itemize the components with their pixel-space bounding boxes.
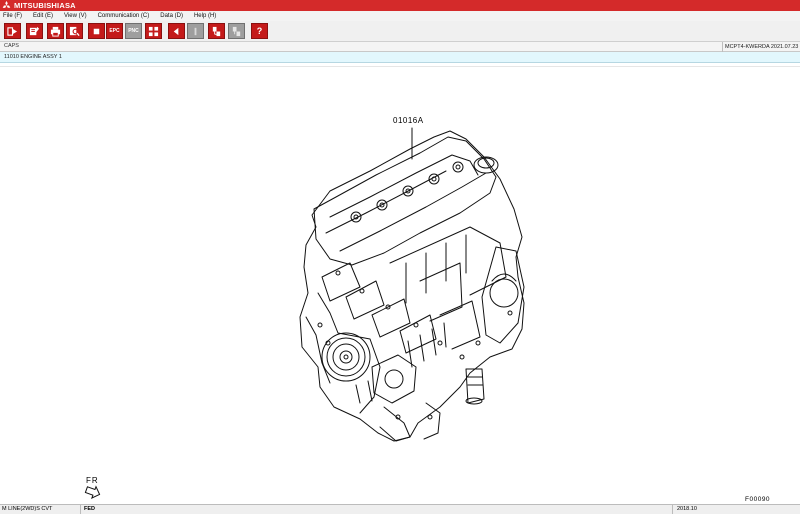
pnc-icon: PNC [128, 28, 139, 34]
search-icon [69, 26, 80, 36]
front-orientation-label: FR [86, 476, 99, 485]
menu-data[interactable]: Data (D) [160, 13, 183, 19]
pnc-button[interactable]: PNC [125, 23, 142, 39]
stop-button[interactable] [88, 23, 105, 39]
menu-help[interactable]: Help (H) [194, 13, 216, 19]
toolbar: EPC PNC ? [0, 21, 800, 42]
breadcrumb[interactable]: CAPS [4, 43, 19, 49]
menu-edit[interactable]: Edit (E) [33, 13, 53, 19]
status-region: FED [84, 506, 95, 512]
status-model: M LINE(2WD)S CVT [2, 506, 53, 512]
help-icon: ? [256, 26, 263, 36]
back-arrow-icon [173, 27, 179, 35]
settings-icon [232, 26, 241, 36]
group-title-bar: 11010 ENGINE ASSY 1 [0, 52, 800, 63]
blank-icon [194, 27, 197, 35]
settings-button[interactable] [228, 23, 245, 39]
edit-list-button[interactable] [26, 23, 43, 39]
exit-button[interactable] [4, 23, 21, 39]
print-icon [50, 26, 61, 37]
status-separator [80, 505, 81, 514]
bookmark-button[interactable] [208, 23, 225, 39]
help-button[interactable]: ? [251, 23, 268, 39]
title-bar: MITSUBISHIASA [0, 0, 800, 11]
status-separator [672, 505, 673, 514]
print-button[interactable] [47, 23, 64, 39]
blank-button[interactable] [187, 23, 204, 39]
window-title: MITSUBISHIASA [14, 1, 76, 10]
back-button[interactable] [168, 23, 185, 39]
menu-communication[interactable]: Communication (C) [98, 13, 150, 19]
status-bar: M LINE(2WD)S CVT FED 2018.10 [0, 504, 800, 514]
status-date: 2018.10 [677, 506, 697, 512]
exit-icon [7, 26, 18, 36]
search-button[interactable] [66, 23, 83, 39]
menu-file[interactable]: File (F) [3, 13, 22, 19]
bookmark-icon [212, 26, 221, 36]
illustration-canvas[interactable]: 01016A FR F00090 [0, 66, 800, 504]
group-title: 11010 ENGINE ASSY 1 [4, 54, 62, 60]
part-callout-label[interactable]: 01016A [393, 116, 424, 125]
menu-view[interactable]: View (V) [64, 13, 87, 19]
edit-list-icon [29, 26, 40, 35]
epc-icon: EPC [109, 28, 120, 34]
figure-number: F00090 [745, 496, 771, 503]
mitsubishi-logo-icon [2, 1, 11, 10]
breadcrumb-bar: CAPS MCPT4-KWERDA 2021.07.23 [0, 42, 800, 52]
grid-button[interactable] [145, 23, 162, 39]
epc-button[interactable]: EPC [106, 23, 123, 39]
grid-icon [148, 26, 159, 36]
front-arrow-icon [84, 485, 101, 499]
engine-assembly-illustration[interactable] [0, 67, 800, 505]
menu-bar: File (F) Edit (E) View (V) Communication… [0, 11, 800, 21]
model-info: MCPT4-KWERDA 2021.07.23 [722, 42, 800, 52]
stop-icon [93, 28, 100, 34]
